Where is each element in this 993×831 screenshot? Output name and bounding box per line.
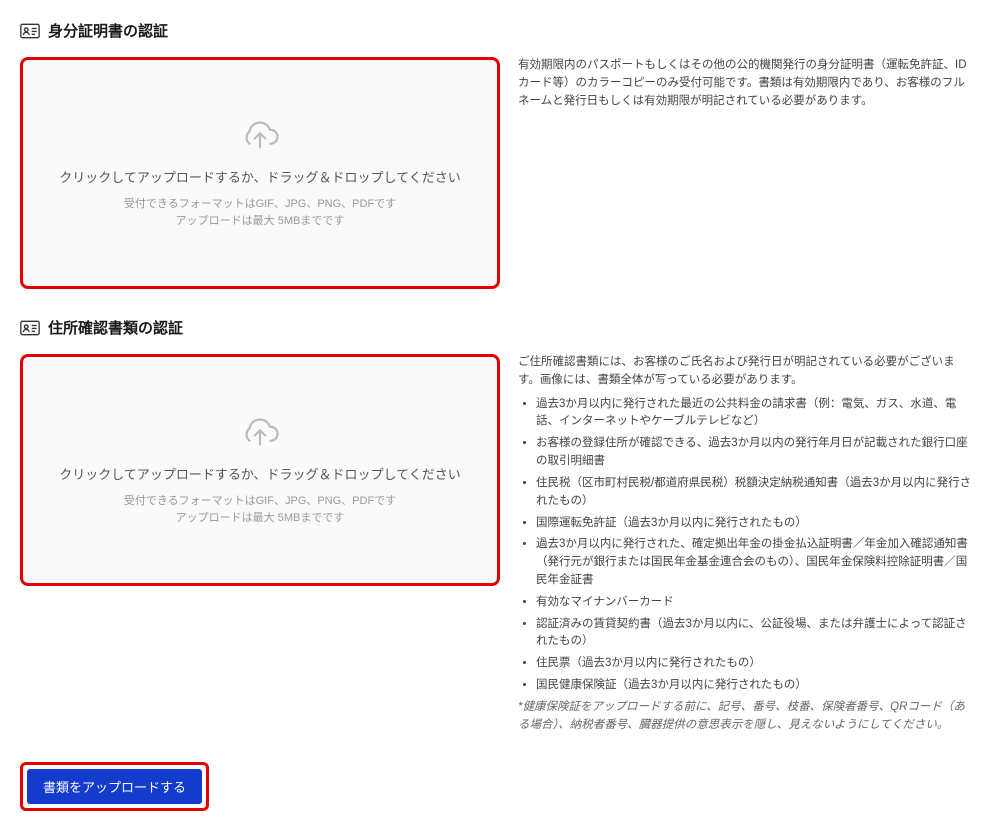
id-row: クリックしてアップロードするか、ドラッグ＆ドロップしてください 受付できるフォー… xyxy=(20,57,973,289)
addr-intro: ご住所確認書類には、お客様のご氏名および発行日が明記されている必要がございます。… xyxy=(518,354,973,390)
id-verification-section: 身分証明書の認証 クリックしてアップロードするか、ドラッグ＆ドロップしてください… xyxy=(20,20,973,289)
address-upload-dropzone[interactable]: クリックしてアップロードするか、ドラッグ＆ドロップしてください 受付できるフォー… xyxy=(20,354,500,586)
id-upload-dropzone[interactable]: クリックしてアップロードするか、ドラッグ＆ドロップしてください 受付できるフォー… xyxy=(20,57,500,289)
upload-sub-text: 受付できるフォーマットはGIF、JPG、PNG、PDFです アップロードは最大 … xyxy=(124,493,396,526)
upload-main-text: クリックしてアップロードするか、ドラッグ＆ドロップしてください xyxy=(59,167,461,186)
section-title: 身分証明書の認証 xyxy=(48,20,168,41)
upload-sub-text: 受付できるフォーマットはGIF、JPG、PNG、PDFです アップロードは最大 … xyxy=(124,196,396,229)
id-info-text: 有効期限内のパスポートもしくはその他の公的機関発行の身分証明書（運転免許証、ID… xyxy=(518,57,973,110)
addr-row: クリックしてアップロードするか、ドラッグ＆ドロップしてください 受付できるフォー… xyxy=(20,354,973,734)
upload-documents-button[interactable]: 書類をアップロードする xyxy=(27,769,202,804)
submit-wrap: 書類をアップロードする xyxy=(20,762,973,811)
address-verification-section: 住所確認書類の認証 クリックしてアップロードするか、ドラッグ＆ドロップしてくださ… xyxy=(20,317,973,734)
section-header: 身分証明書の認証 xyxy=(20,20,973,41)
addr-doc-list: 過去3か月以内に発行された最近の公共料金の請求書（例：電気、ガス、水道、電話、イ… xyxy=(518,396,973,695)
list-item: 住民票（過去3か月以内に発行されたもの） xyxy=(536,655,973,673)
addr-note: *健康保険証をアップロードする前に、記号、番号、枝番、保険者番号、QRコード（あ… xyxy=(518,699,973,735)
list-item: 認証済みの賃貸契約書（過去3か月以内に、公証役場、または弁護士によって認証された… xyxy=(536,616,973,652)
list-item: お客様の登録住所が確認できる、過去3か月以内の発行年月日が記載された銀行口座の取… xyxy=(536,435,973,471)
section-title: 住所確認書類の認証 xyxy=(48,317,183,338)
list-item: 有効なマイナンバーカード xyxy=(536,594,973,612)
id-card-icon xyxy=(20,23,40,39)
list-item: 国際運転免許証（過去3か月以内に発行されたもの） xyxy=(536,515,973,533)
list-item: 住民税（区市町村民税/都道府県民税）税額決定納税通知書（過去3か月以内に発行され… xyxy=(536,475,973,511)
upload-main-text: クリックしてアップロードするか、ドラッグ＆ドロップしてください xyxy=(59,464,461,483)
list-item: 過去3か月以内に発行された最近の公共料金の請求書（例：電気、ガス、水道、電話、イ… xyxy=(536,396,973,432)
submit-highlight-frame: 書類をアップロードする xyxy=(20,762,209,811)
id-card-icon xyxy=(20,320,40,336)
cloud-upload-icon xyxy=(239,117,281,153)
addr-info-text: ご住所確認書類には、お客様のご氏名および発行日が明記されている必要がございます。… xyxy=(518,354,973,734)
section-header: 住所確認書類の認証 xyxy=(20,317,973,338)
list-item: 過去3か月以内に発行された、確定拠出年金の掛金払込証明書／年金加入確認通知書（発… xyxy=(536,536,973,589)
cloud-upload-icon xyxy=(239,414,281,450)
